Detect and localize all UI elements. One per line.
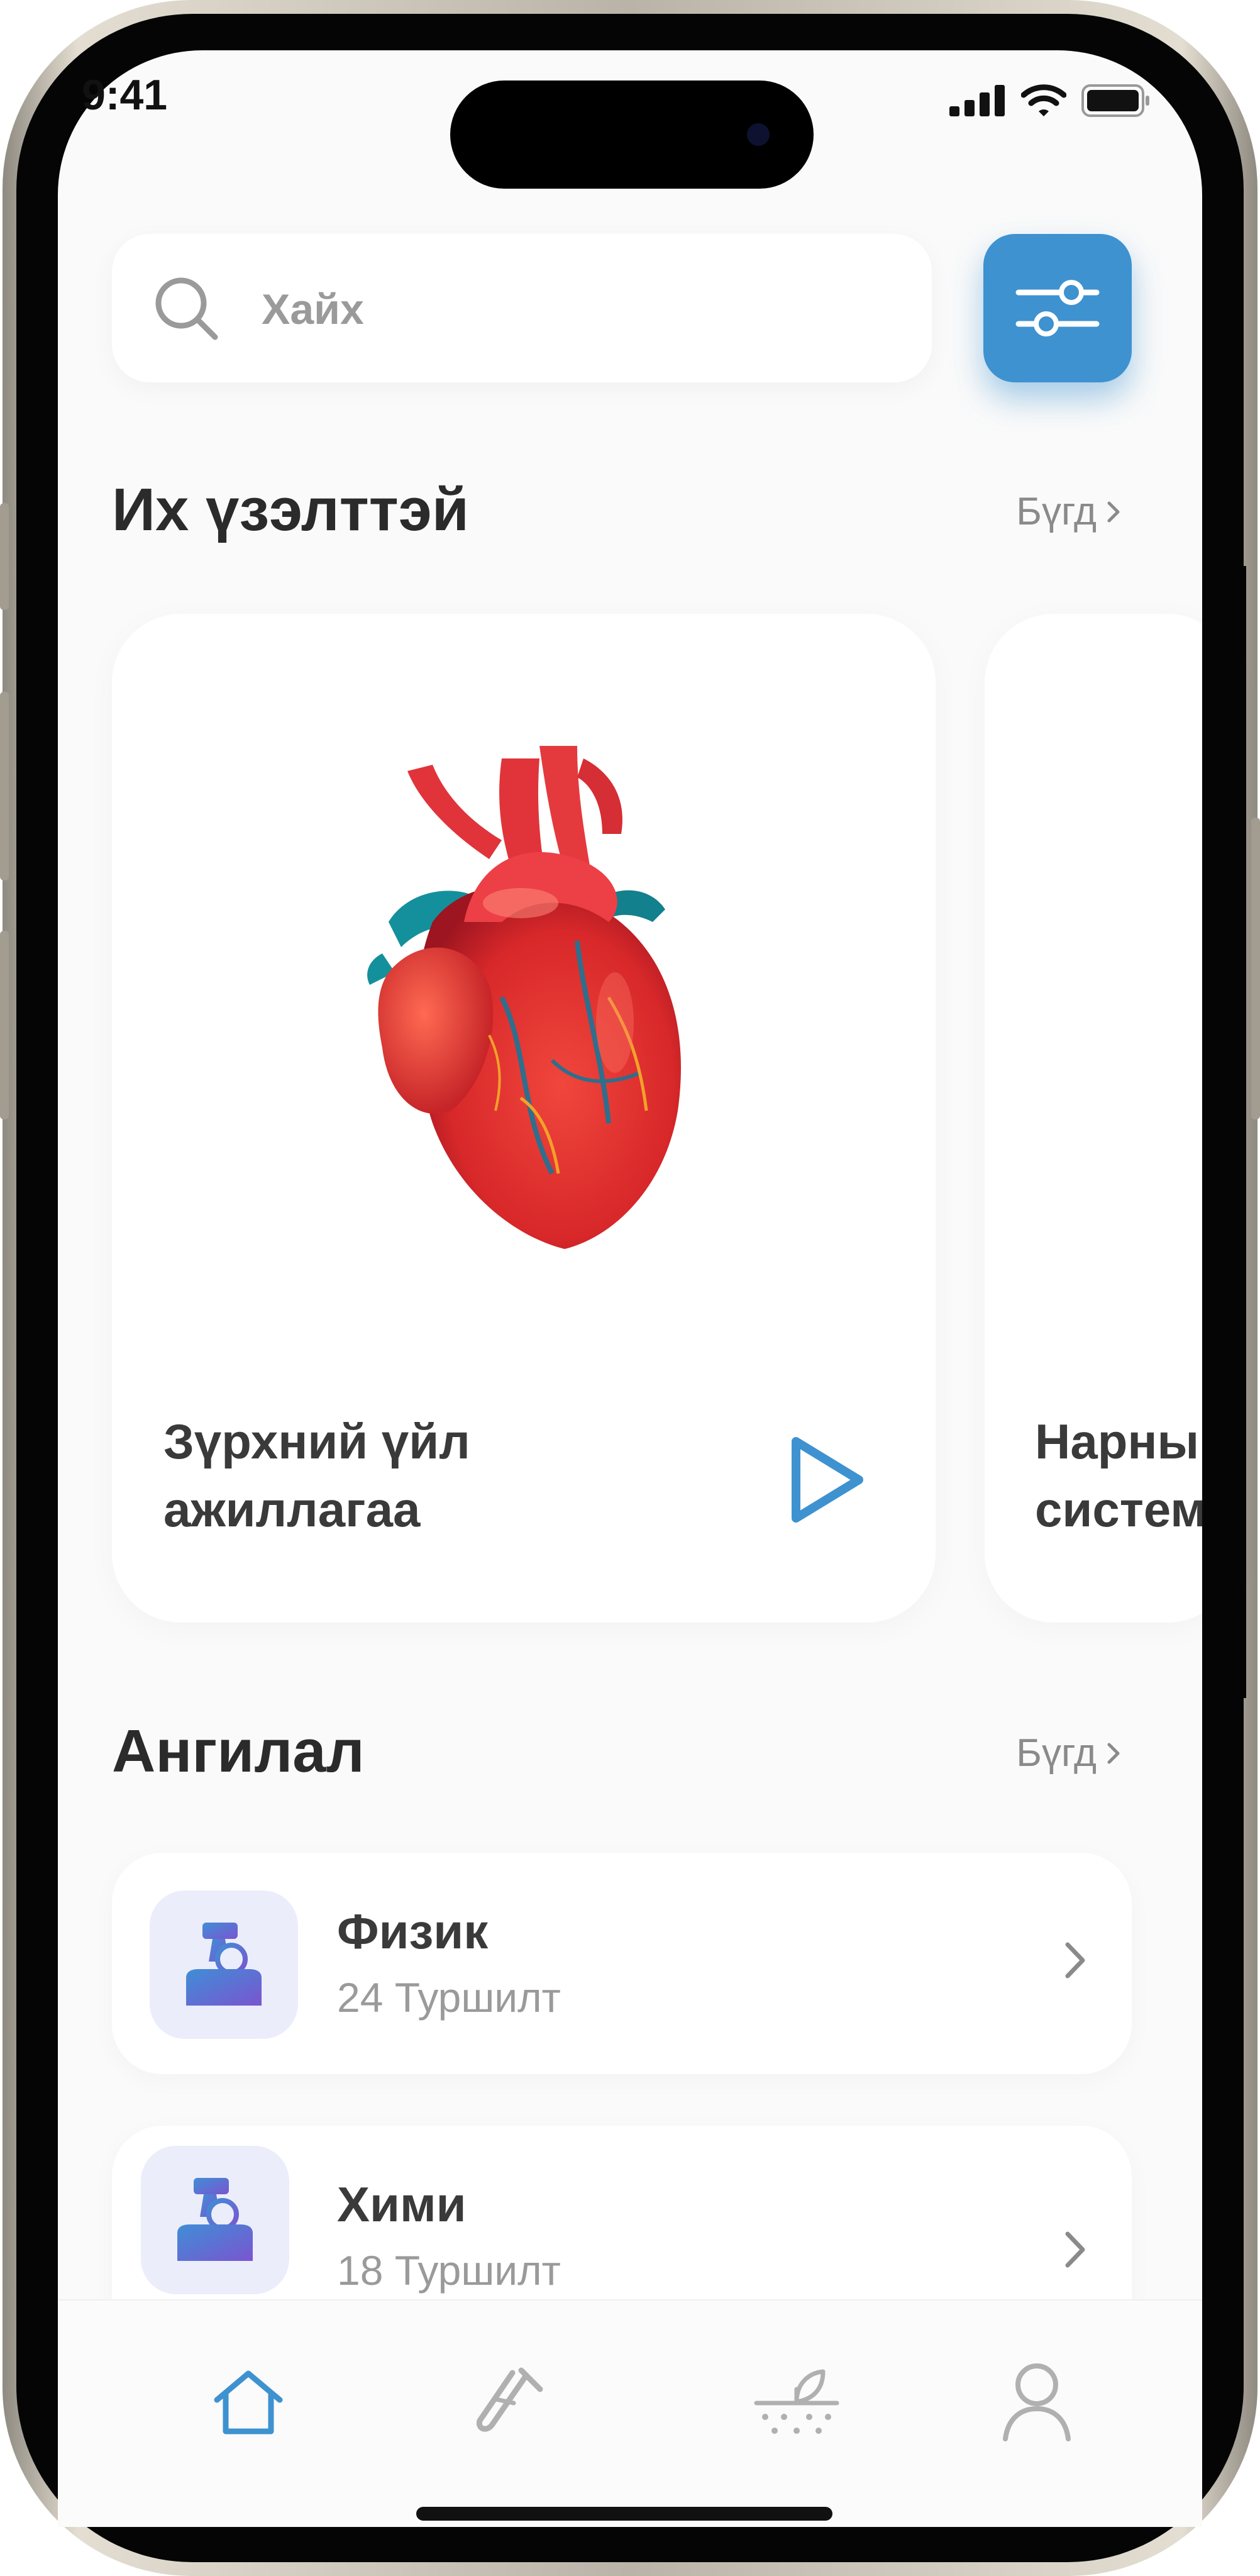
microscope-icon: [177, 2178, 253, 2261]
categories-see-all-link[interactable]: Бүгд: [1016, 1731, 1122, 1775]
tab-home[interactable]: [201, 2355, 296, 2449]
battery-icon: [1081, 84, 1149, 117]
popular-section-title: Их үзэлттэй: [112, 476, 469, 543]
microscope-icon: [186, 1923, 262, 2006]
card-title: Зүрхний үйл ажиллагаа: [163, 1407, 641, 1543]
status-icons: [949, 82, 1151, 119]
tab-profile[interactable]: [990, 2355, 1084, 2449]
profile-icon: [1003, 2363, 1071, 2441]
chevron-right-icon: [1065, 1942, 1085, 1979]
search-box[interactable]: [112, 234, 932, 382]
heart-illustration: [367, 746, 681, 1249]
home-icon: [214, 2370, 283, 2434]
sliders-icon: [1015, 280, 1100, 336]
card-title-line1: Зүрхний үйл: [163, 1414, 470, 1469]
play-icon[interactable]: [785, 1433, 868, 1527]
plant-icon: [754, 2369, 839, 2434]
silent-switch: [0, 503, 9, 610]
volume-up-button: [0, 692, 9, 880]
filter-button[interactable]: [983, 234, 1132, 382]
see-all-label: Бүгд: [1016, 1731, 1097, 1775]
chevron-right-icon: [1065, 2231, 1085, 2268]
search-input[interactable]: [262, 278, 827, 341]
category-count: 24 Туршилт: [337, 1974, 561, 2021]
card-title-line2: ажиллагаа: [163, 1482, 421, 1537]
camera-icon: [747, 123, 770, 146]
bezel-edge: [1202, 566, 1246, 1698]
category-icon-wrap: [150, 1890, 298, 2039]
volume-down-button: [0, 931, 9, 1119]
search-icon: [155, 277, 218, 340]
chevron-right-icon: [1107, 1743, 1120, 1763]
category-name: Хими: [337, 2177, 467, 2232]
power-button: [1251, 818, 1260, 1119]
category-name: Физик: [337, 1904, 489, 1959]
see-all-label: Бүгд: [1016, 490, 1097, 533]
category-item-physics[interactable]: Физик 24 Туршилт: [112, 1853, 1132, 2074]
tab-bar: [58, 2299, 1202, 2527]
wifi-icon: [1021, 84, 1066, 116]
experiment-card-solar-system[interactable]: Нарны систем: [985, 614, 1236, 1623]
signal-icon: [949, 85, 1005, 116]
tab-experiments[interactable]: [461, 2355, 556, 2449]
category-count: 18 Туршилт: [337, 2247, 561, 2294]
tab-nature[interactable]: [749, 2355, 844, 2449]
dynamic-island: [450, 80, 814, 189]
status-time: 9:41: [82, 71, 168, 119]
categories-section-title: Ангилал: [112, 1718, 365, 1785]
chevron-right-icon: [1107, 501, 1120, 522]
category-icon-wrap: [141, 2146, 289, 2294]
experiment-card-heart[interactable]: Зүрхний үйл ажиллагаа: [112, 614, 936, 1623]
popular-see-all-link[interactable]: Бүгд: [1016, 489, 1122, 534]
test-tube-icon: [476, 2367, 543, 2432]
home-indicator[interactable]: [416, 2507, 832, 2521]
